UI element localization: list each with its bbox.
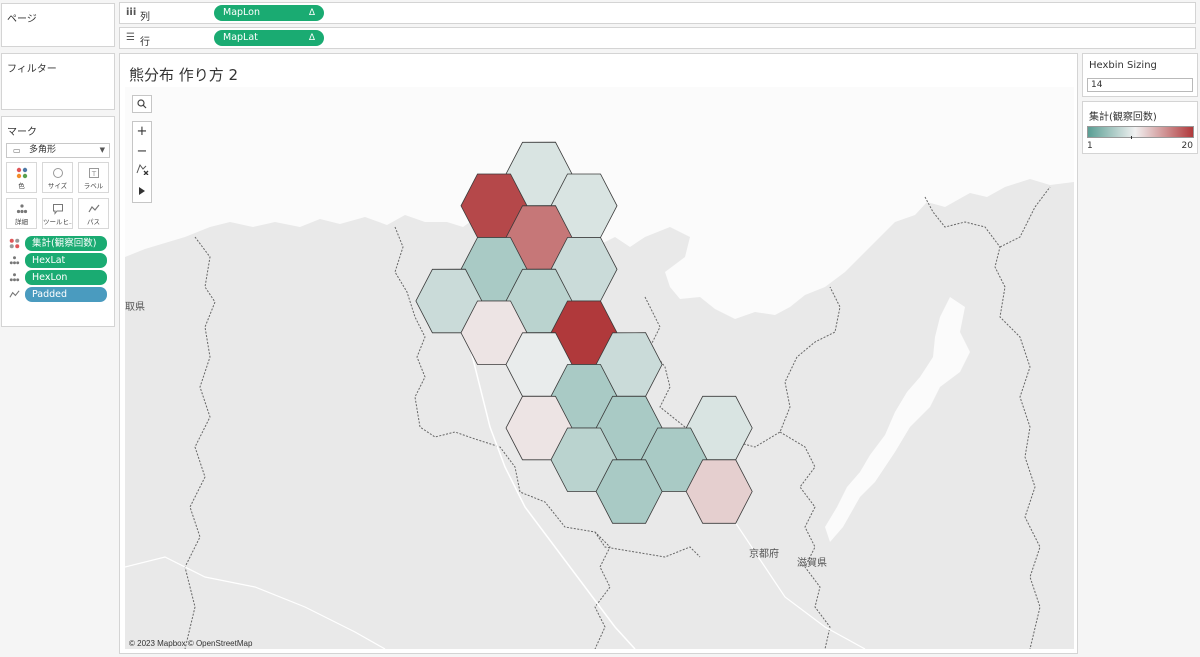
- filters-panel[interactable]: フィルター: [1, 53, 115, 110]
- map-label-shiga: 滋賀県: [797, 556, 827, 569]
- sheet-title: 熊分布 作り方 2: [129, 66, 239, 84]
- detail-icon: [9, 255, 20, 269]
- hexlon-field-pill[interactable]: HexLon: [25, 270, 107, 285]
- detail-button-label: 詳細: [15, 218, 28, 226]
- map-search-button[interactable]: [132, 95, 152, 113]
- legend-tick: [1131, 136, 1132, 139]
- maplon-pill[interactable]: MapLon Δ: [214, 5, 324, 21]
- rows-shelf-label: 行: [140, 37, 150, 48]
- color-legend: 集計(観察回数) 1 20: [1082, 101, 1198, 154]
- maplon-pill-label: MapLon: [223, 7, 261, 18]
- tooltip-button[interactable]: ツールヒ...: [42, 198, 73, 229]
- label-button[interactable]: T ラベル: [78, 162, 109, 193]
- maplat-pill-label: MapLat: [223, 32, 258, 43]
- legend-title: 集計(観察回数): [1089, 112, 1157, 123]
- mark-type-value: 多角形: [29, 145, 57, 155]
- path-icon: [9, 289, 20, 303]
- zoom-out-button[interactable]: −: [133, 142, 151, 162]
- map-attribution: © 2023 Mapbox © OpenStreetMap: [129, 639, 253, 648]
- reset-map-icon: [136, 163, 149, 176]
- map-label-tottori: 取県: [125, 301, 145, 313]
- size-button[interactable]: サイズ: [42, 162, 73, 193]
- columns-icon: iii: [126, 7, 137, 18]
- rows-icon: ☰: [126, 32, 135, 43]
- expand-toolbar-button[interactable]: [133, 182, 151, 202]
- detail-button[interactable]: 詳細: [6, 198, 37, 229]
- maplat-pill[interactable]: MapLat Δ: [214, 30, 324, 46]
- size-button-label: サイズ: [47, 182, 68, 190]
- legend-min-label: 1: [1087, 141, 1093, 151]
- map-zoom-controls: + −: [132, 121, 152, 203]
- pages-panel-title: ページ: [7, 14, 37, 25]
- delta-icon: Δ: [308, 33, 315, 43]
- color-button[interactable]: 色: [6, 162, 37, 193]
- legend-color-ramp[interactable]: [1087, 126, 1194, 138]
- reset-map-button[interactable]: [133, 162, 151, 182]
- color-icon: [9, 238, 20, 252]
- parameter-title: Hexbin Sizing: [1089, 60, 1157, 71]
- hexbin-sizing-input[interactable]: 14: [1087, 78, 1193, 92]
- polygon-icon: ▭: [13, 146, 21, 155]
- svg-text:T: T: [90, 170, 96, 178]
- parameter-card: Hexbin Sizing 14: [1082, 53, 1198, 97]
- columns-shelf-label: 列: [140, 12, 150, 23]
- path-button[interactable]: パス: [78, 198, 109, 229]
- hexlat-field-pill[interactable]: HexLat: [25, 253, 107, 268]
- padded-field-pill[interactable]: Padded: [25, 287, 107, 302]
- legend-max-label: 20: [1181, 141, 1193, 151]
- map-label-kyoto: 京都府: [749, 547, 779, 560]
- tooltip-button-label: ツールヒ...: [43, 218, 72, 226]
- marks-panel-title: マーク: [7, 127, 37, 138]
- chevron-down-icon: ▼: [99, 146, 105, 154]
- play-icon: [139, 187, 145, 195]
- label-button-label: ラベル: [83, 182, 104, 190]
- color-field-pill[interactable]: 集計(観察回数): [25, 236, 107, 251]
- filters-panel-title: フィルター: [7, 64, 57, 75]
- delta-icon: Δ: [308, 8, 315, 18]
- map-canvas[interactable]: 取県 京都府 滋賀県 © 2023 Mapbox © OpenStreetMap: [125, 87, 1074, 649]
- mark-type-dropdown[interactable]: ▭ 多角形 ▼: [6, 143, 110, 158]
- detail-icon: [9, 272, 20, 286]
- path-button-label: パス: [87, 218, 100, 226]
- color-button-label: 色: [18, 182, 25, 190]
- search-icon: [137, 99, 147, 109]
- pages-panel: ページ: [1, 3, 115, 47]
- zoom-in-button[interactable]: +: [133, 122, 151, 142]
